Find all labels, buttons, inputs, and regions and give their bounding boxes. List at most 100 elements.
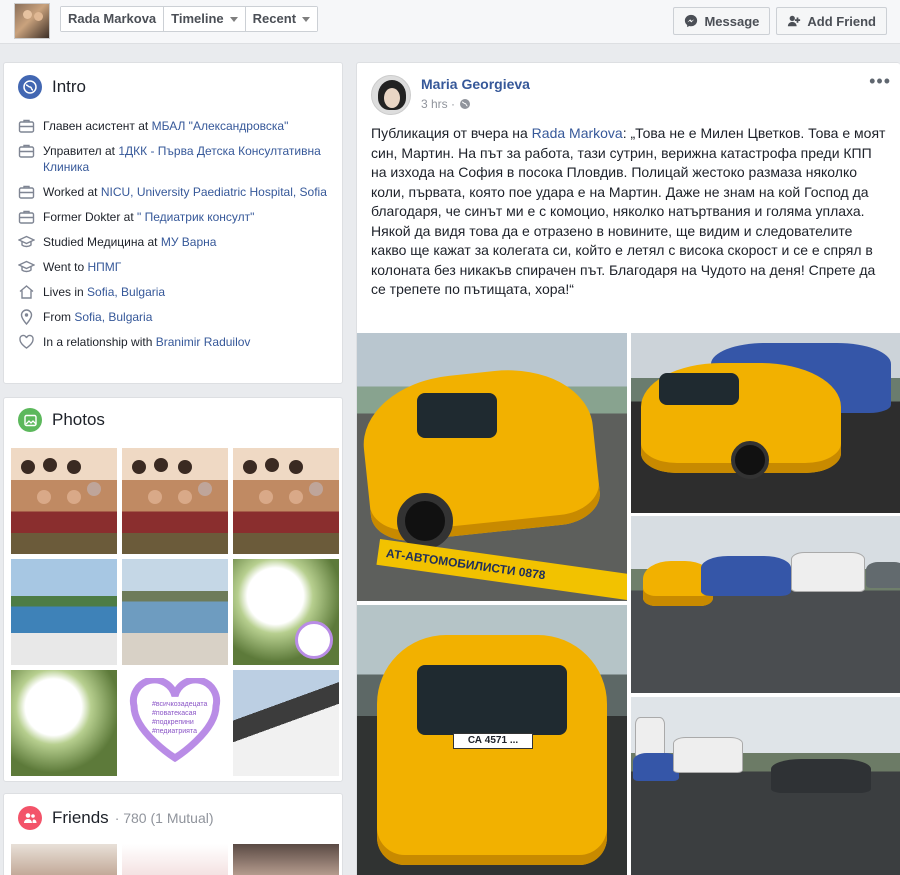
photo-thumbnail[interactable]: [11, 670, 117, 776]
photo-thumbnail[interactable]: [233, 559, 339, 665]
profile-top-bar: Rada Markova Timeline Recent Message Add…: [0, 0, 900, 44]
post-photo[interactable]: [631, 697, 900, 875]
intro-item-label: Lives in: [43, 285, 88, 299]
globe-icon: [460, 99, 471, 109]
white-truck: [635, 717, 665, 757]
profile-thumbnail[interactable]: [14, 3, 50, 39]
intro-list: Главен асистент at МБАЛ "Александровска"…: [17, 118, 338, 359]
car-window: [659, 373, 739, 405]
photo-grid: #всичкозадецата #поватекасая #подкрепини…: [11, 448, 341, 776]
intro-item-label: Управител at: [43, 144, 119, 158]
intro-header: Intro: [18, 75, 86, 99]
campaign-badge: [295, 621, 333, 659]
globe-icon: [18, 75, 42, 99]
friends-header: Friends · 780 (1 Mutual): [18, 806, 214, 830]
photo-icon: [18, 408, 42, 432]
intro-item-link[interactable]: " Педиатрик консулт": [137, 210, 254, 224]
profile-name-button[interactable]: Rada Markova: [61, 7, 165, 31]
post-photo[interactable]: [631, 333, 900, 513]
intro-item-label: Главен асистент at: [43, 119, 152, 133]
intro-item-link[interactable]: МУ Варна: [161, 235, 217, 249]
photo-thumbnail[interactable]: [122, 448, 228, 554]
intro-item: Former Dokter at " Педиатрик консулт": [18, 209, 338, 225]
intro-item-link[interactable]: НПМГ: [87, 260, 121, 274]
photo-thumbnail[interactable]: [233, 448, 339, 554]
post-author-avatar[interactable]: [371, 75, 411, 115]
intro-item-link[interactable]: Branimir Raduilov: [156, 335, 251, 349]
intro-item: Worked at NICU, University Paediatric Ho…: [18, 184, 338, 200]
profile-actions: Message Add Friend: [673, 7, 887, 35]
photos-card: Photos #всичкозадецата #поватекасая #под…: [3, 397, 343, 782]
intro-item-label: Former Dokter at: [43, 210, 138, 224]
intro-item: In a relationship with Branimir Raduilov: [18, 334, 338, 350]
post-timestamp[interactable]: 3 hrs ·: [421, 97, 455, 111]
friend-thumbnail[interactable]: [122, 844, 228, 875]
profile-name-label: Rada Markova: [68, 11, 157, 26]
intro-item-link[interactable]: Sofia, Bulgaria: [74, 310, 152, 324]
messenger-icon: [685, 14, 698, 28]
post-text: Публикация от вчера на Rada Markova: „То…: [371, 124, 891, 300]
chevron-down-icon: [302, 16, 311, 22]
car-wheel: [731, 441, 769, 479]
intro-item: Studied Медицина at МУ Варна: [17, 234, 338, 250]
home-icon: [18, 284, 35, 300]
profile-nav: Rada Markova Timeline Recent: [60, 6, 319, 32]
intro-item: Went to НПМГ: [17, 259, 338, 275]
post-photo[interactable]: СА 4571 ...: [357, 605, 627, 875]
post-photo[interactable]: АТ-АВТОМОБИЛИСТИ 0878: [357, 333, 627, 601]
smashed-rear-window: [417, 665, 567, 735]
intro-item-label: Worked at: [43, 185, 101, 199]
friends-thumbnails: [11, 844, 339, 875]
friends-count: · 780 (1 Mutual): [114, 810, 214, 826]
intro-title: Intro: [52, 77, 87, 96]
more-options-icon[interactable]: •••: [869, 71, 891, 92]
photo-thumbnail[interactable]: [233, 670, 339, 776]
post-photo-grid: АТ-АВТОМОБИЛИСТИ 0878 СА 4571 ...: [357, 333, 900, 875]
photo-thumbnail[interactable]: [11, 559, 117, 665]
feed-post: Maria Georgieva 3 hrs · ••• Публикация о…: [356, 62, 900, 875]
recent-dropdown[interactable]: Recent: [245, 7, 318, 31]
post-text-body: : „Това не е Милен Цветков. Това е моят …: [371, 125, 886, 297]
friends-title[interactable]: Friends: [52, 808, 109, 828]
photo-thumbnail[interactable]: #всичкозадецата #поватекасая #подкрепини…: [122, 670, 228, 776]
graduation-cap-icon: [17, 259, 36, 275]
intro-item: From Sofia, Bulgaria: [18, 309, 338, 326]
heart-icon: [18, 334, 35, 350]
graduation-cap-icon: [17, 234, 36, 250]
white-van: [791, 552, 865, 592]
add-friend-button[interactable]: Add Friend: [776, 7, 887, 35]
post-meta: 3 hrs ·: [421, 97, 471, 111]
timeline-dropdown[interactable]: Timeline: [164, 7, 246, 31]
hashtag-text: #всичкозадецата #поватекасая #подкрепини…: [152, 701, 208, 735]
photos-title[interactable]: Photos: [52, 410, 105, 430]
intro-item: Lives in Sofia, Bulgaria: [18, 284, 338, 300]
intro-item-label: In a relationship with: [43, 335, 156, 349]
car-wheel: [397, 493, 453, 549]
wrecked-car: [357, 361, 603, 545]
friends-card: Friends · 780 (1 Mutual): [3, 793, 343, 875]
intro-item-label: From: [43, 310, 75, 324]
friend-thumbnail[interactable]: [233, 844, 339, 875]
post-mention-link[interactable]: Rada Markova: [532, 125, 623, 141]
intro-item-link[interactable]: Sofia, Bulgaria: [87, 285, 165, 299]
post-author-name[interactable]: Maria Georgieva: [421, 76, 530, 92]
intro-item-link[interactable]: МБАЛ "Александровска": [152, 119, 289, 133]
post-text-prefix: Публикация от вчера на: [371, 125, 532, 141]
recent-label: Recent: [252, 11, 297, 26]
post-photo[interactable]: [631, 516, 900, 693]
intro-item: Управител at 1ДКК - Първа Детска Консулт…: [18, 143, 338, 175]
friend-thumbnail[interactable]: [11, 844, 117, 875]
car-window: [417, 393, 497, 438]
friends-icon: [18, 806, 42, 830]
photo-thumbnail[interactable]: [11, 448, 117, 554]
tow-truck-sign: АТ-АВТОМОБИЛИСТИ 0878: [376, 539, 627, 601]
briefcase-icon: [18, 209, 35, 225]
message-button[interactable]: Message: [673, 7, 771, 35]
timeline-label: Timeline: [171, 11, 224, 26]
briefcase-icon: [18, 118, 35, 134]
intro-item-link[interactable]: NICU, University Paediatric Hospital, So…: [101, 185, 327, 199]
license-plate: СА 4571 ...: [453, 733, 533, 749]
photo-thumbnail[interactable]: [122, 559, 228, 665]
grey-car: [866, 562, 900, 588]
white-van: [673, 737, 743, 773]
